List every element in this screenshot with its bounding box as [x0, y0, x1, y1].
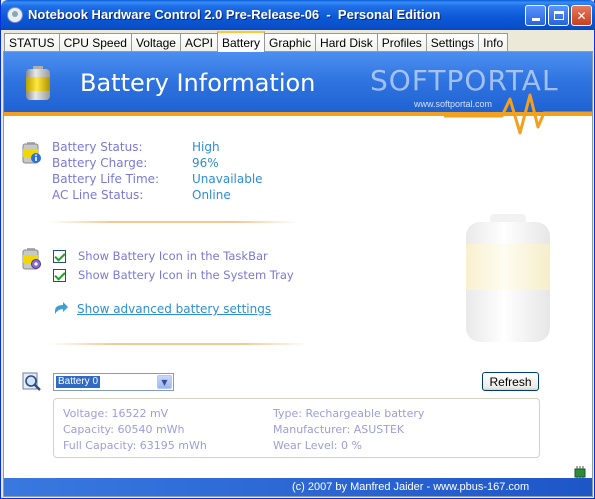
- chevron-down-icon[interactable]: ▼: [157, 375, 172, 389]
- refresh-button[interactable]: Refresh: [482, 372, 539, 391]
- info-value: 96%: [192, 156, 219, 170]
- pulse-graphic: [444, 93, 592, 135]
- battery-select[interactable]: Battery 0 ▼: [53, 373, 174, 391]
- divider: [48, 343, 308, 345]
- footer-bar: (c) 2007 by Manfred Jaider - www.pbus-16…: [4, 478, 592, 496]
- tab-acpi[interactable]: ACPI: [179, 33, 217, 52]
- detail-wear-level: Wear Level: 0 %: [273, 439, 362, 452]
- info-label: AC Line Status:: [52, 188, 144, 202]
- info-label: Battery Life Time:: [52, 172, 160, 186]
- taskbar-icon-checkbox[interactable]: [53, 249, 66, 263]
- title-bar[interactable]: Notebook Hardware Control 2.0 Pre-Releas…: [1, 0, 595, 30]
- maximize-icon: [553, 11, 564, 20]
- detail-type: Type: Rechargeable battery: [273, 407, 425, 420]
- info-value: Online: [192, 188, 231, 202]
- tab-cpu-speed[interactable]: CPU Speed: [58, 33, 131, 52]
- info-label: Battery Charge:: [52, 156, 148, 170]
- tab-hard-disk[interactable]: Hard Disk: [315, 33, 377, 52]
- close-button[interactable]: ✕: [571, 5, 592, 26]
- detail-capacity: Capacity: 60540 mWh: [63, 423, 185, 436]
- taskbar-icon-option[interactable]: Show Battery Icon in the TaskBar: [53, 249, 268, 263]
- tab-info[interactable]: Info: [478, 33, 509, 52]
- battery-panel: Battery Information SOFTPORTAL www.softp…: [3, 51, 593, 497]
- arrow-icon: [55, 302, 68, 314]
- maximize-button[interactable]: [548, 5, 569, 26]
- info-value: High: [192, 140, 220, 154]
- footer-credit: (c) 2007 by Manfred Jaider - www.pbus-16…: [292, 481, 530, 493]
- info-label: Battery Status:: [52, 140, 143, 154]
- battery-settings-icon: [22, 248, 41, 270]
- tray-icon-option[interactable]: Show Battery Icon in the System Tray: [53, 268, 294, 282]
- minimize-icon: [531, 18, 540, 21]
- tray-icon-label[interactable]: Show Battery Icon in the System Tray: [78, 268, 294, 282]
- window-title: Notebook Hardware Control 2.0 Pre-Releas…: [28, 7, 441, 22]
- tab-bar: STATUS CPU Speed Voltage ACPI Battery Gr…: [4, 31, 509, 52]
- detail-voltage: Voltage: 16522 mV: [63, 407, 169, 420]
- battery-details-box: Voltage: 16522 mV Capacity: 60540 mWh Fu…: [53, 398, 540, 458]
- taskbar-icon-label[interactable]: Show Battery Icon in the TaskBar: [78, 249, 268, 263]
- tab-status[interactable]: STATUS: [4, 33, 59, 52]
- battery-info-icon: [22, 142, 41, 164]
- divider: [48, 221, 298, 223]
- battery-watermark-graphic: [466, 214, 550, 342]
- magnifier-icon: [22, 372, 41, 391]
- tab-voltage[interactable]: Voltage: [130, 33, 180, 52]
- tray-icon-checkbox[interactable]: [53, 268, 66, 282]
- info-value: Unavailable: [192, 172, 263, 186]
- detail-manufacturer: Manufacturer: ASUSTEK: [273, 423, 405, 436]
- advanced-settings-label[interactable]: Show advanced battery settings: [77, 302, 271, 316]
- tab-profiles[interactable]: Profiles: [376, 33, 426, 52]
- battery-icon: [26, 66, 50, 100]
- app-window: Notebook Hardware Control 2.0 Pre-Releas…: [0, 0, 595, 499]
- page-title: Battery Information: [80, 69, 316, 97]
- detail-full-capacity: Full Capacity: 63195 mWh: [63, 439, 207, 452]
- close-icon: ✕: [576, 8, 587, 23]
- tab-settings[interactable]: Settings: [425, 33, 479, 52]
- tab-graphic[interactable]: Graphic: [265, 33, 316, 52]
- app-icon[interactable]: [7, 7, 23, 23]
- tab-battery[interactable]: Battery: [217, 31, 266, 52]
- minimize-button[interactable]: [525, 5, 546, 26]
- battery-select-value[interactable]: Battery 0: [54, 375, 102, 389]
- advanced-settings-link[interactable]: Show advanced battery settings: [53, 302, 271, 316]
